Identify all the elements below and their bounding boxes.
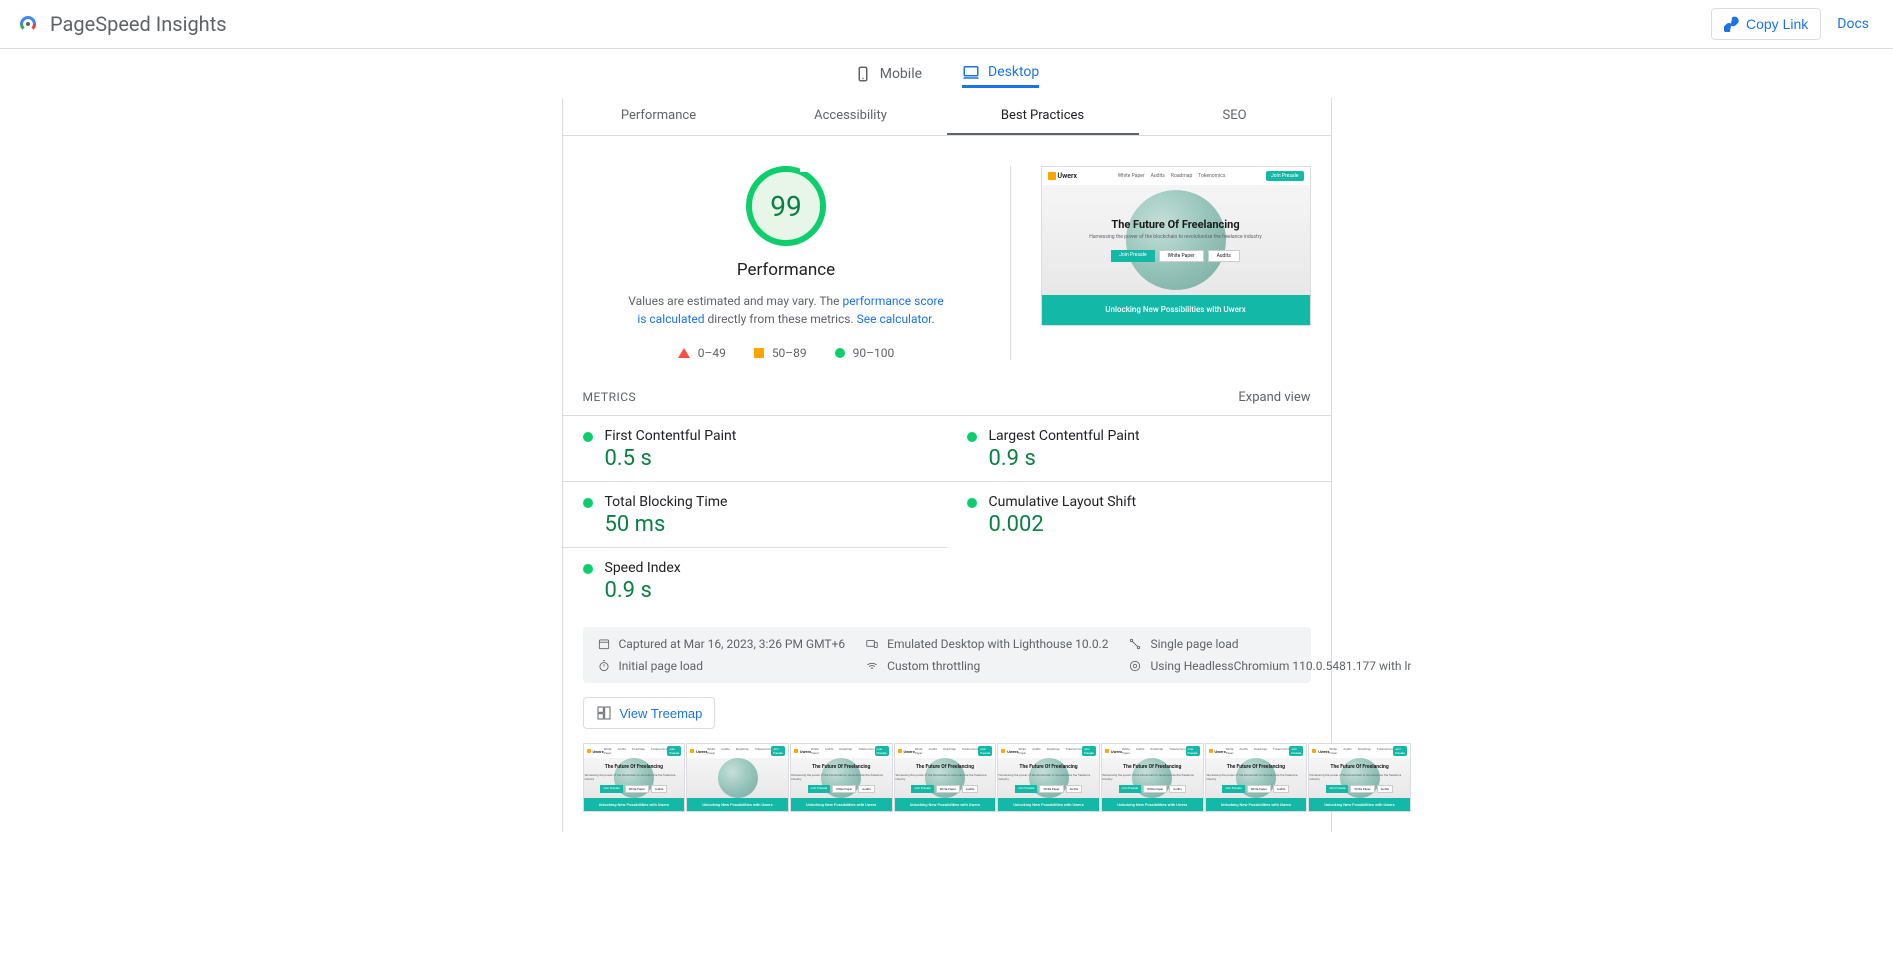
docs-link[interactable]: Docs xyxy=(1837,16,1869,32)
circle-icon xyxy=(835,348,845,358)
status-dot-icon xyxy=(583,498,593,508)
metric-tbt: Total Blocking Time50 ms xyxy=(563,481,947,547)
stopwatch-icon xyxy=(597,659,611,673)
metrics-title: METRICS xyxy=(583,390,637,405)
env-initial: Initial page load xyxy=(597,659,846,673)
score-legend: 0–49 50–89 90–100 xyxy=(678,346,895,360)
env-emulated: Emulated Desktop with Lighthouse 10.0.2 xyxy=(865,637,1108,651)
status-dot-icon xyxy=(583,432,593,442)
metric-cls: Cumulative Layout Shift0.002 xyxy=(947,481,1331,547)
filmstrip-frame[interactable]: Uwerx White PaperAuditsRoadmapTokenomics… xyxy=(686,743,789,812)
header-right: Copy Link Docs xyxy=(1711,8,1877,40)
env-captured: Captured at Mar 16, 2023, 3:26 PM GMT+6 xyxy=(597,637,846,651)
gauge-score: 99 xyxy=(770,190,801,223)
score-gauge-col: 99 Performance Values are estimated and … xyxy=(583,166,1011,360)
triangle-icon xyxy=(678,348,690,358)
metric-fcp: First Contentful Paint0.5 s xyxy=(563,415,947,481)
network-icon xyxy=(1128,637,1142,651)
treemap-row: View Treemap xyxy=(563,683,1331,729)
filmstrip-frame[interactable]: Uwerx White PaperAuditsRoadmapTokenomics… xyxy=(894,743,997,812)
treemap-icon xyxy=(596,705,612,721)
metric-si: Speed Index0.9 s xyxy=(563,547,947,613)
filmstrip-frame[interactable]: Uwerx White PaperAuditsRoadmapTokenomics… xyxy=(1101,743,1204,812)
devices-icon xyxy=(865,637,879,651)
tab-desktop[interactable]: Desktop xyxy=(962,63,1039,88)
filmstrip-frame[interactable]: Uwerx White PaperAuditsRoadmapTokenomics… xyxy=(1308,743,1411,812)
view-treemap-label: View Treemap xyxy=(620,706,703,721)
device-tabs: Mobile Desktop xyxy=(0,49,1893,98)
tab-desktop-label: Desktop xyxy=(988,64,1039,80)
gauge-label: Performance xyxy=(737,260,835,280)
calendar-icon xyxy=(597,637,611,651)
legend-bad: 0–49 xyxy=(678,346,726,360)
legend-mid: 50–89 xyxy=(754,346,807,360)
cat-seo[interactable]: SEO xyxy=(1139,98,1331,135)
cat-accessibility[interactable]: Accessibility xyxy=(755,98,947,135)
view-treemap-button[interactable]: View Treemap xyxy=(583,697,716,729)
header-left: PageSpeed Insights xyxy=(16,12,227,36)
filmstrip-frame[interactable]: Uwerx White PaperAuditsRoadmapTokenomics… xyxy=(1205,743,1308,812)
app-header: PageSpeed Insights Copy Link Docs xyxy=(0,0,1893,49)
app-title: PageSpeed Insights xyxy=(50,12,227,36)
score-section: 99 Performance Values are estimated and … xyxy=(563,136,1331,370)
env-browser: Using HeadlessChromium 110.0.5481.177 wi… xyxy=(1128,659,1411,673)
env-load-type: Single page load xyxy=(1128,637,1411,651)
environment-block: Captured at Mar 16, 2023, 3:26 PM GMT+6 … xyxy=(583,627,1311,683)
tab-mobile-label: Mobile xyxy=(880,66,922,82)
tab-mobile[interactable]: Mobile xyxy=(854,63,922,88)
square-icon xyxy=(754,348,764,358)
filmstrip-frame[interactable]: Uwerx White PaperAuditsRoadmapTokenomics… xyxy=(790,743,893,812)
legend-good: 90–100 xyxy=(835,346,895,360)
chrome-icon xyxy=(1128,659,1142,673)
copy-link-button[interactable]: Copy Link xyxy=(1711,8,1821,40)
env-throttling: Custom throttling xyxy=(865,659,1108,673)
filmstrip-frame[interactable]: Uwerx White PaperAuditsRoadmapTokenomics… xyxy=(583,743,686,812)
desktop-icon xyxy=(962,63,980,81)
expand-view-link[interactable]: Expand view xyxy=(1238,390,1310,405)
filmstrip: Uwerx White PaperAuditsRoadmapTokenomics… xyxy=(563,729,1331,832)
pagespeed-logo-icon xyxy=(16,12,40,36)
score-screenshot-col: Uwerx White PaperAuditsRoadmapTokenomics… xyxy=(1041,166,1311,360)
metrics-grid: First Contentful Paint0.5 s Largest Cont… xyxy=(563,415,1331,613)
see-calculator-link[interactable]: See calculator. xyxy=(857,312,935,326)
score-gauge: 99 xyxy=(746,166,826,246)
filmstrip-frame[interactable]: Uwerx White PaperAuditsRoadmapTokenomics… xyxy=(997,743,1100,812)
cat-best-practices[interactable]: Best Practices xyxy=(947,98,1139,135)
copy-link-label: Copy Link xyxy=(1746,16,1808,32)
page-screenshot: Uwerx White PaperAuditsRoadmapTokenomics… xyxy=(1041,166,1311,326)
status-dot-icon xyxy=(583,564,593,574)
cat-performance[interactable]: Performance xyxy=(563,98,755,135)
wifi-icon xyxy=(865,659,879,673)
main-content: Performance Accessibility Best Practices… xyxy=(562,98,1332,832)
category-tabs: Performance Accessibility Best Practices… xyxy=(563,98,1331,136)
gauge-description: Values are estimated and may vary. The p… xyxy=(626,292,946,328)
metric-lcp: Largest Contentful Paint0.9 s xyxy=(947,415,1331,481)
mobile-icon xyxy=(854,65,872,83)
link-icon xyxy=(1724,16,1740,32)
status-dot-icon xyxy=(967,432,977,442)
metrics-header: METRICS Expand view xyxy=(563,370,1331,415)
status-dot-icon xyxy=(967,498,977,508)
